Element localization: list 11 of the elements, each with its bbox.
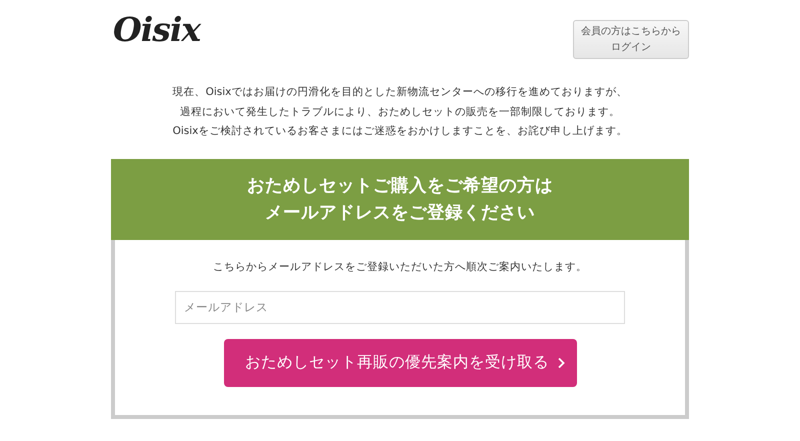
email-field[interactable]: メールアドレス (175, 290, 625, 324)
panel-title: メールアドレスをご登録ください (264, 202, 536, 224)
panel-title: おためしセットご購入をご希望の方は (246, 174, 554, 198)
login-button[interactable]: 会員の方はこちらから ログイン (573, 20, 689, 59)
logo[interactable]: Oisix (113, 10, 200, 50)
chevron-right-icon (557, 356, 565, 368)
notice-text: Oisixをご検討されているお客さまにはご迷惑をおかけしますことを、お詫び申し上げます。 (172, 124, 628, 139)
notice-text: 過程において発生したトラブルにより、おためしセットの販売を一部制限しております。 (179, 104, 621, 120)
notice-text: 現在、Oisixではお届けの円滑化を目的とした新物流センターへの移行を進めておりますが、 (172, 85, 628, 100)
description-text: こちらからメールアドレスをご登録いただいた方へ順次ご案内いたします。 (213, 260, 587, 274)
submit-button[interactable]: おためしセット再販の優先案内を受け取る (224, 338, 576, 386)
